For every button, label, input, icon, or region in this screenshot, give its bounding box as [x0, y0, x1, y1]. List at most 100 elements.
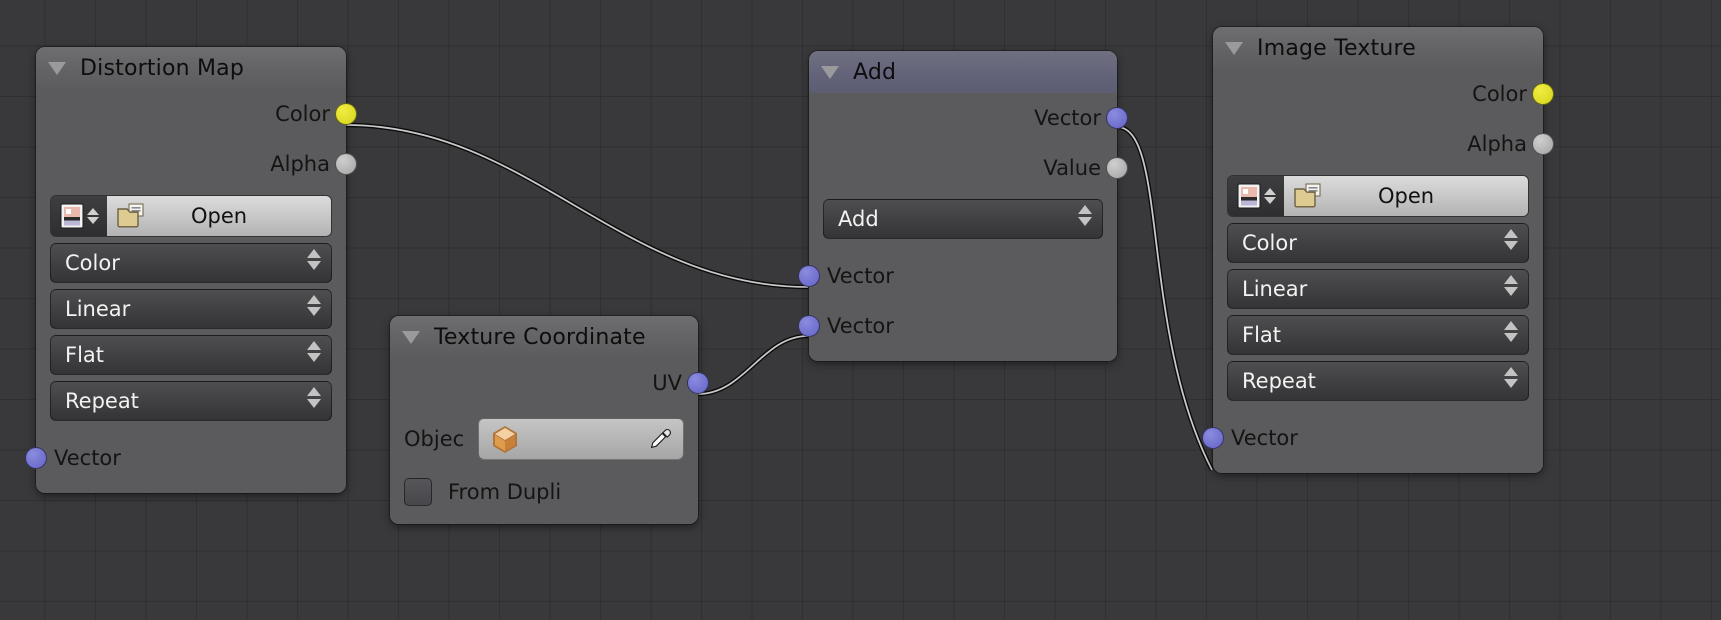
node-body-image-texture: Color Alpha Open Color Linear Flat Repea…	[1202, 69, 1554, 473]
socket-row-input-vector[interactable]: Vector	[25, 433, 346, 483]
enum-dropdown-projection[interactable]: Flat	[50, 335, 332, 375]
image-datablock-stepper[interactable]	[86, 208, 99, 224]
socket-row-output-alpha[interactable]: Alpha	[36, 139, 357, 189]
socket-row-output-value[interactable]: Value	[809, 143, 1128, 193]
node-title: Add	[853, 59, 897, 85]
socket-output-value[interactable]	[1106, 157, 1128, 179]
open-image-button[interactable]: Open	[1284, 176, 1528, 216]
socket-row-output-uv[interactable]: UV	[390, 358, 709, 408]
socket-input-vector-2[interactable]	[798, 315, 820, 337]
enum-value: Linear	[1242, 277, 1308, 301]
enum-value: Flat	[65, 343, 105, 367]
node-title: Distortion Map	[80, 55, 245, 81]
node-body-distortion-map: Color Alpha Open Color Linear Flat Repea…	[25, 89, 357, 493]
socket-input-vector[interactable]	[1202, 427, 1224, 449]
socket-label: Alpha	[270, 152, 330, 176]
enum-row-projection: Flat	[1213, 315, 1543, 355]
enum-value: Repeat	[65, 389, 139, 413]
socket-output-color[interactable]	[335, 103, 357, 125]
eyedropper-icon[interactable]	[647, 426, 673, 456]
enum-dropdown-projection[interactable]: Flat	[1227, 315, 1529, 355]
object-field-label: Objec	[404, 427, 465, 451]
image-thumbnail-icon	[60, 203, 83, 229]
object-field-input[interactable]	[478, 418, 684, 460]
socket-row-output-alpha[interactable]: Alpha	[1213, 119, 1554, 169]
socket-row-output-vector[interactable]: Vector	[809, 93, 1128, 143]
socket-input-vector-1[interactable]	[798, 265, 820, 287]
stepper-icon[interactable]	[1504, 321, 1518, 342]
collapse-triangle-icon[interactable]	[1225, 41, 1243, 55]
socket-output-vector[interactable]	[1106, 107, 1128, 129]
socket-label: Vector	[1034, 106, 1101, 130]
socket-label: Value	[1043, 156, 1101, 180]
link-add-vector-to-imagetexture-vector-hl	[1116, 126, 1213, 471]
link-add-vector-to-imagetexture-vector	[1116, 124, 1215, 472]
enum-row-color-space: Color	[36, 243, 346, 283]
stepper-icon[interactable]	[307, 387, 321, 408]
enum-dropdown-interpolation[interactable]: Linear	[1227, 269, 1529, 309]
enum-dropdown-extension[interactable]: Repeat	[50, 381, 332, 421]
enum-dropdown-operation[interactable]: Add	[823, 199, 1103, 239]
node-texture-coordinate[interactable]: Texture Coordinate UV Objec From Dupli	[390, 316, 709, 524]
stepper-icon[interactable]	[307, 249, 321, 270]
stepper-icon[interactable]	[1504, 367, 1518, 388]
socket-row-input-vector[interactable]: Vector	[1202, 413, 1543, 463]
collapse-triangle-icon[interactable]	[821, 65, 839, 79]
socket-label: Vector	[54, 446, 121, 470]
socket-row-input-vector-2[interactable]: Vector	[798, 301, 1117, 351]
link-texcoord-uv-to-add-vector2-hl	[697, 335, 809, 395]
image-datablock-stepper[interactable]	[1263, 188, 1276, 204]
enum-row-operation: Add	[809, 199, 1117, 239]
stepper-icon[interactable]	[307, 341, 321, 362]
enum-value: Repeat	[1242, 369, 1316, 393]
socket-output-alpha[interactable]	[335, 153, 357, 175]
enum-value: Flat	[1242, 323, 1282, 347]
socket-row-output-color[interactable]: Color	[36, 89, 357, 139]
enum-row-color-space: Color	[1213, 223, 1543, 263]
socket-output-alpha[interactable]	[1532, 133, 1554, 155]
image-datablock-selector[interactable]: Open	[50, 195, 332, 237]
enum-dropdown-color-space[interactable]: Color	[50, 243, 332, 283]
stepper-icon[interactable]	[1504, 229, 1518, 250]
enum-dropdown-color-space[interactable]: Color	[1227, 223, 1529, 263]
image-thumbnail-button[interactable]	[51, 196, 107, 236]
node-add[interactable]: Add Vector Value Add Vector Vector	[798, 51, 1128, 361]
enum-value: Add	[838, 207, 879, 231]
socket-label: Vector	[1231, 426, 1298, 450]
from-dupli-checkbox[interactable]	[404, 478, 432, 506]
node-editor-canvas[interactable]: Distortion Map Color Alpha Open Color Li…	[0, 0, 1721, 620]
from-dupli-label: From Dupli	[448, 480, 562, 504]
link-distortionmap-color-to-add-vector1	[345, 122, 809, 290]
enum-value: Color	[65, 251, 120, 275]
from-dupli-row[interactable]: From Dupli	[390, 470, 698, 514]
socket-row-output-color[interactable]: Color	[1213, 69, 1554, 119]
folder-icon	[117, 203, 147, 234]
image-thumbnail-icon	[1237, 183, 1260, 209]
enum-dropdown-interpolation[interactable]: Linear	[50, 289, 332, 329]
stepper-icon[interactable]	[1078, 205, 1092, 226]
node-header-image-texture[interactable]: Image Texture	[1213, 27, 1543, 69]
collapse-triangle-icon[interactable]	[48, 61, 66, 75]
enum-row-interpolation: Linear	[36, 289, 346, 329]
object-cube-icon	[493, 426, 518, 453]
image-datablock-selector[interactable]: Open	[1227, 175, 1529, 217]
node-header-distortion-map[interactable]: Distortion Map	[36, 47, 346, 89]
stepper-icon[interactable]	[307, 295, 321, 316]
node-header-add[interactable]: Add	[809, 51, 1117, 93]
socket-input-vector[interactable]	[25, 447, 47, 469]
node-image-texture[interactable]: Image Texture Color Alpha Open Color Lin…	[1202, 27, 1554, 473]
socket-output-uv[interactable]	[687, 372, 709, 394]
node-header-texture-coordinate[interactable]: Texture Coordinate	[390, 316, 698, 358]
socket-output-color[interactable]	[1532, 83, 1554, 105]
enum-dropdown-extension[interactable]: Repeat	[1227, 361, 1529, 401]
socket-label: Vector	[827, 314, 894, 338]
open-image-button[interactable]: Open	[107, 196, 331, 236]
image-thumbnail-button[interactable]	[1228, 176, 1284, 216]
collapse-triangle-icon[interactable]	[402, 330, 420, 344]
socket-row-input-vector-1[interactable]: Vector	[798, 251, 1117, 301]
node-distortion-map[interactable]: Distortion Map Color Alpha Open Color Li…	[25, 47, 357, 493]
link-texcoord-uv-to-add-vector2	[697, 333, 809, 397]
stepper-icon[interactable]	[1504, 275, 1518, 296]
